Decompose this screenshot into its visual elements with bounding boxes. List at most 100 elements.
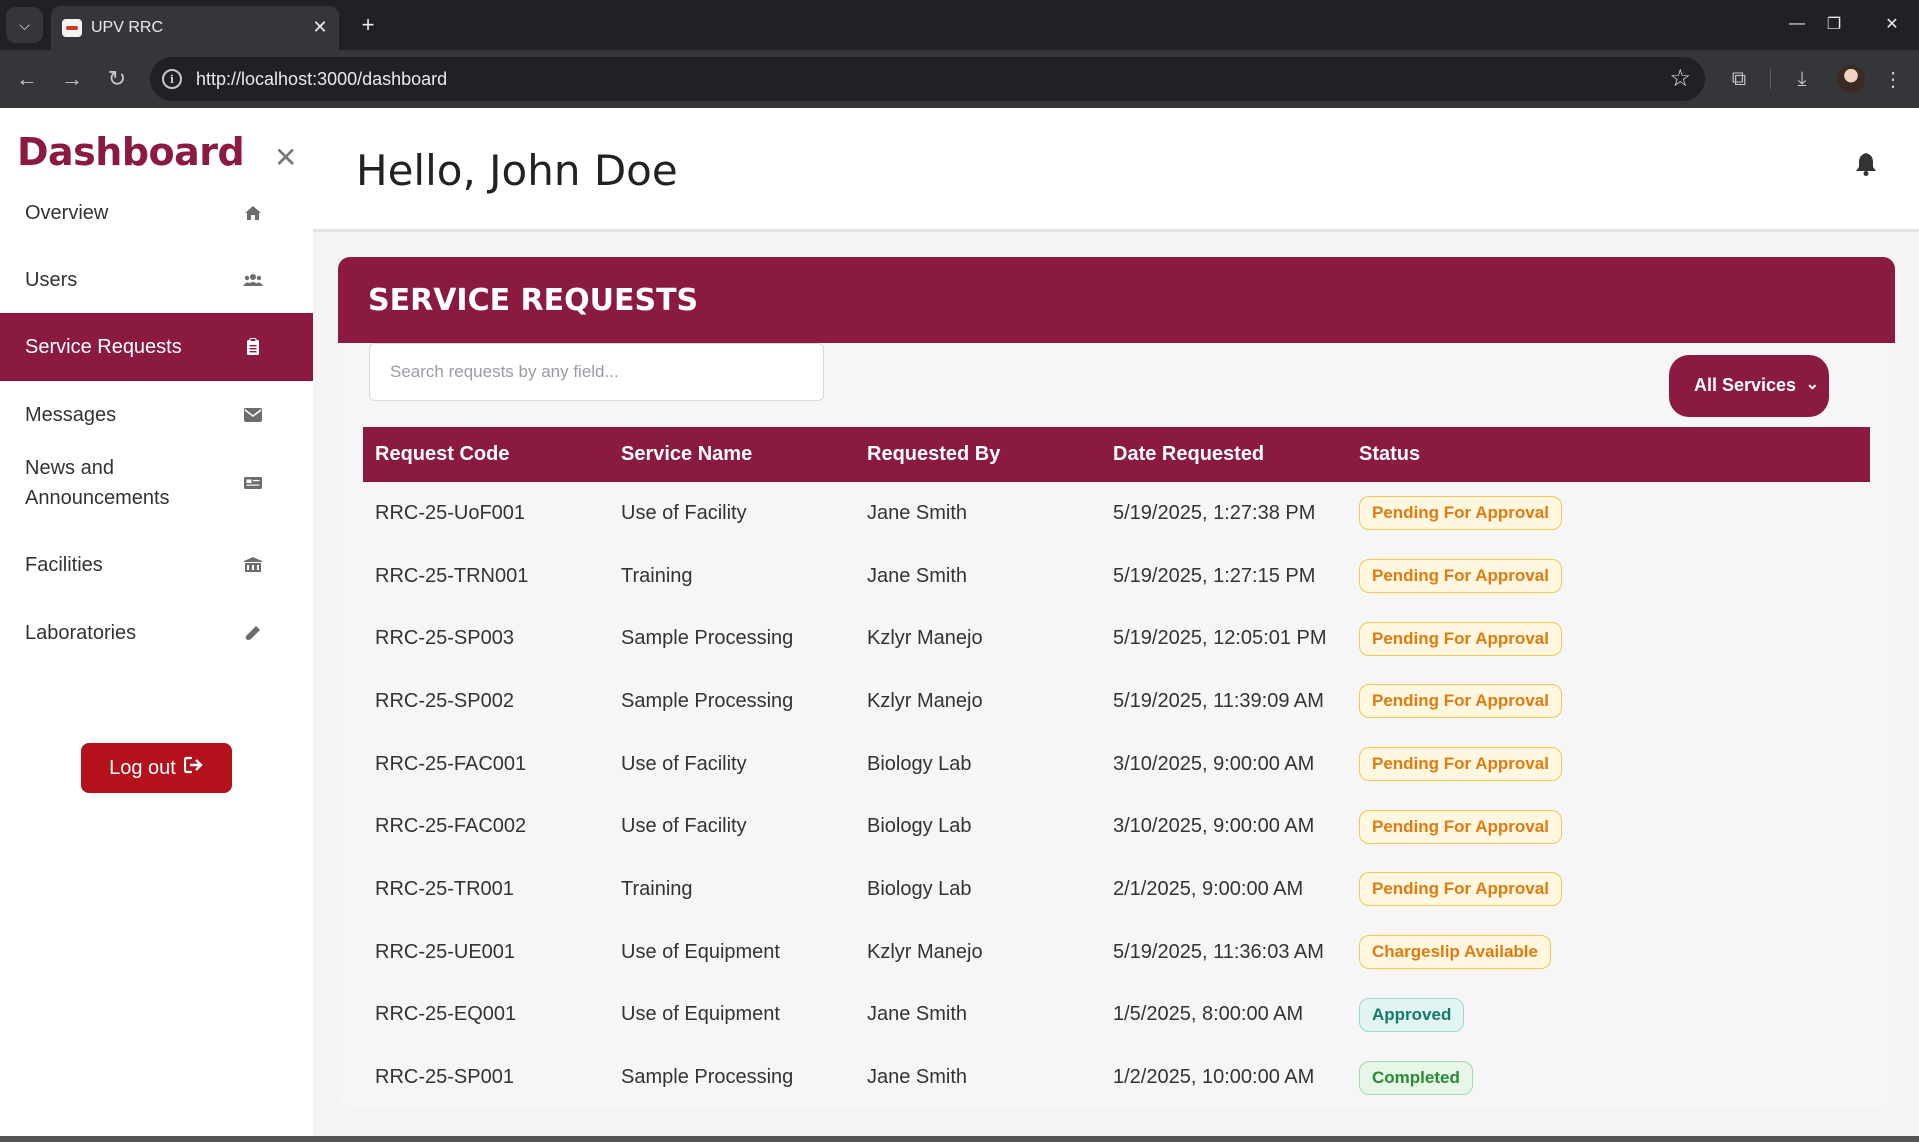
status-badge: Pending For Approval (1359, 621, 1562, 656)
clipboard-icon (242, 336, 264, 358)
menu-kebab-icon[interactable]: ⋮ (1875, 61, 1911, 97)
filter-selected-label: All Services (1694, 375, 1797, 395)
sidebar: Dashboard ✕ Overview Users Service Reque… (0, 108, 313, 1142)
site-info-icon[interactable]: i (162, 69, 182, 89)
bookmark-star-icon[interactable]: ☆ (1669, 64, 1691, 93)
date-requested-cell: 3/10/2025, 9:00:00 AM (1113, 815, 1315, 838)
requested-by-cell: Jane Smith (867, 564, 968, 587)
status-badge: Pending For Approval (1359, 872, 1562, 907)
building-icon (242, 554, 264, 576)
column-header[interactable]: Date Requested (1101, 427, 1347, 482)
sidebar-close-icon[interactable]: ✕ (274, 144, 297, 172)
sidebar-item-news-and-announcements[interactable]: News and Announcements (0, 438, 313, 528)
table-row[interactable]: RRC-25-TRN001 Training Jane Smith 5/19/2025… (363, 545, 1870, 608)
requested-by-cell: Jane Smith (867, 1066, 968, 1089)
profile-avatar[interactable] (1837, 65, 1865, 93)
table-row[interactable]: RRC-25-FAC002 Use of Facility Biology Lab 3… (363, 795, 1870, 858)
status-cell: Pending For Approval (1347, 733, 1870, 796)
service-name-cell: Use of Equipment (621, 1003, 780, 1026)
table-row[interactable]: RRC-25-FAC001 Use of Facility Biology Lab 3… (363, 733, 1870, 796)
service-name-cell: Training (621, 877, 693, 900)
service-requests-card: SERVICE REQUESTS All Services ⌄ Request … (338, 257, 1895, 1107)
search-input[interactable] (369, 343, 824, 401)
status-cell: Pending For Approval (1347, 670, 1870, 733)
minimize-icon[interactable]: — (1777, 6, 1817, 42)
service-name-cell: Use of Facility (621, 815, 747, 838)
service-name-cell: Sample Processing (621, 689, 794, 712)
restore-icon[interactable]: ❐ (1814, 6, 1854, 42)
url-text: http://localhost:3000/dashboard (196, 69, 448, 89)
sidebar-item-users[interactable]: Users (0, 246, 313, 314)
chevron-down-icon: ⌵ (19, 16, 30, 33)
status-badge: Chargeslip Available (1359, 935, 1551, 970)
column-header[interactable]: Status (1347, 427, 1870, 482)
extensions-icon[interactable]: ⧉ (1721, 61, 1757, 97)
favicon-icon (62, 19, 82, 37)
card-header: SERVICE REQUESTS (338, 257, 1895, 343)
browser-tab[interactable]: UPV RRC ✕ (51, 6, 339, 50)
column-header[interactable]: Request Code (363, 427, 609, 482)
requested-by-cell: Biology Lab (867, 877, 972, 900)
table-row[interactable]: RRC-25-SP001 Sample Processing Jane Smith 1… (363, 1046, 1870, 1107)
window-bottom-edge (0, 1136, 1919, 1142)
status-badge: Pending For Approval (1359, 559, 1562, 594)
new-tab-button[interactable]: + (352, 9, 384, 41)
status-badge: Pending For Approval (1359, 684, 1562, 719)
sidebar-item-label: Overview (25, 202, 109, 224)
status-badge: Pending For Approval (1359, 809, 1562, 844)
date-requested-cell: 1/5/2025, 8:00:00 AM (1113, 1003, 1304, 1026)
date-requested-cell: 5/19/2025, 11:39:09 AM (1113, 689, 1324, 712)
back-icon[interactable]: ← (9, 61, 45, 97)
status-badge: Pending For Approval (1359, 747, 1562, 782)
request-code-cell: RRC-25-TRN001 (375, 564, 529, 587)
status-cell: Approved (1347, 984, 1870, 1047)
bell-icon[interactable] (1855, 152, 1877, 183)
flask-icon (242, 622, 264, 644)
sidebar-item-service-requests[interactable]: Service Requests (0, 313, 313, 381)
status-cell: Pending For Approval (1347, 858, 1870, 921)
forward-icon[interactable]: → (54, 61, 90, 97)
address-bar[interactable]: i http://localhost:3000/dashboard ☆ (150, 57, 1705, 101)
toolbar-divider (1770, 69, 1771, 89)
sidebar-item-facilities[interactable]: Facilities (0, 531, 313, 599)
sidebar-item-label: Users (25, 269, 78, 291)
table-row[interactable]: RRC-25-UE001 Use of Equipment Kzlyr Manejo… (363, 921, 1870, 984)
requested-by-cell: Jane Smith (867, 1003, 968, 1026)
date-requested-cell: 3/10/2025, 9:00:00 AM (1113, 752, 1315, 775)
logout-label: Log out (109, 756, 176, 779)
date-requested-cell: 1/2/2025, 10:00:00 AM (1113, 1066, 1315, 1089)
request-code-cell: RRC-25-TR001 (375, 877, 514, 900)
request-code-cell: RRC-25-UoF001 (375, 501, 526, 524)
tab-close-icon[interactable]: ✕ (307, 14, 333, 40)
date-requested-cell: 5/19/2025, 12:05:01 PM (1113, 627, 1327, 650)
table-row[interactable]: RRC-25-TR001 Training Biology Lab 2/1/2025,… (363, 858, 1870, 921)
requested-by-cell: Jane Smith (867, 501, 968, 524)
requested-by-cell: Kzlyr Manejo (867, 940, 983, 963)
table-row[interactable]: RRC-25-EQ001 Use of Equipment Jane Smith 1/… (363, 984, 1870, 1047)
status-badge: Completed (1359, 1060, 1473, 1095)
page-header: Hello, John Doe (313, 108, 1919, 232)
status-cell: Completed (1347, 1046, 1870, 1107)
status-cell: Pending For Approval (1347, 795, 1870, 858)
request-code-cell: RRC-25-FAC001 (375, 752, 527, 775)
date-requested-cell: 5/19/2025, 1:27:15 PM (1113, 564, 1316, 587)
table-row[interactable]: RRC-25-SP002 Sample Processing Kzlyr Manej… (363, 670, 1870, 733)
sidebar-item-label: Messages (25, 404, 117, 426)
sidebar-item-overview[interactable]: Overview (0, 179, 313, 247)
sidebar-item-label: News and Announcements (25, 457, 170, 509)
table-row[interactable]: RRC-25-UoF001 Use of Facility Jane Smith 5/… (363, 482, 1870, 545)
table-row[interactable]: RRC-25-SP003 Sample Processing Kzlyr Manej… (363, 607, 1870, 670)
reload-icon[interactable]: ↻ (99, 61, 135, 97)
logout-button[interactable]: Log out (81, 743, 232, 793)
sidebar-item-laboratories[interactable]: Laboratories (0, 599, 313, 667)
download-icon[interactable]: ⤓ (1784, 61, 1820, 97)
request-code-cell: RRC-25-FAC002 (375, 815, 527, 838)
column-header[interactable]: Requested By (855, 427, 1101, 482)
sidebar-item-label: Service Requests (25, 336, 182, 358)
service-filter-select[interactable]: All Services ⌄ (1669, 355, 1829, 417)
request-code-cell: RRC-25-SP002 (375, 689, 514, 712)
window-close-icon[interactable]: ✕ (1872, 6, 1912, 42)
column-header[interactable]: Service Name (609, 427, 855, 482)
requested-by-cell: Kzlyr Manejo (867, 689, 983, 712)
tab-search-button[interactable]: ⌵ (6, 7, 43, 43)
